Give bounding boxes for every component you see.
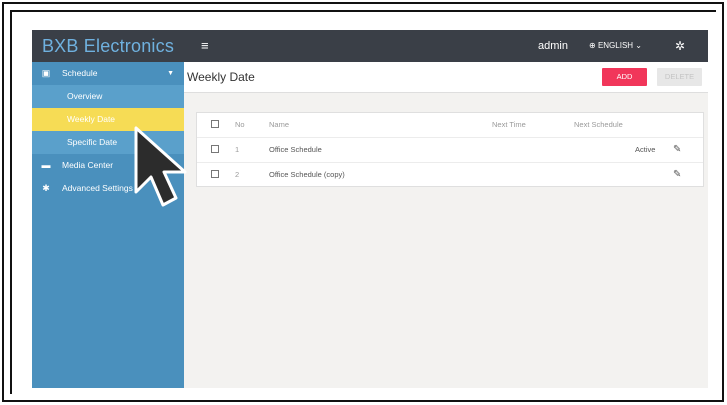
chevron-down-icon: ⌄	[635, 41, 642, 50]
sidebar-subitem-overview[interactable]: Overview	[32, 85, 184, 108]
language-selector[interactable]: ⊕ ENGLISH ⌄	[589, 30, 642, 62]
header-no: No	[235, 120, 245, 129]
top-bar: ≡ admin ⊕ ENGLISH ⌄ ✲	[184, 30, 708, 62]
sidebar-item-label: Media Center	[62, 160, 114, 170]
delete-button[interactable]: DELETE	[657, 68, 702, 86]
brand-logo: BXB Electronics	[32, 30, 184, 62]
row-name: Office Schedule	[269, 145, 322, 154]
gear-icon: ✱	[42, 183, 50, 193]
table-row[interactable]: 2 Office Schedule (copy) ✎	[197, 163, 703, 187]
hamburger-icon[interactable]: ≡	[201, 38, 209, 54]
language-label: ENGLISH	[597, 41, 634, 50]
row-name: Office Schedule (copy)	[269, 170, 345, 179]
sidebar-item-schedule[interactable]: ▣ Schedule ▼	[32, 62, 184, 85]
row-checkbox[interactable]	[211, 145, 219, 153]
calendar-icon: ▣	[41, 68, 51, 78]
folder-icon: ▬	[41, 160, 51, 170]
select-all-checkbox[interactable]	[211, 120, 219, 128]
row-no: 1	[235, 145, 240, 154]
edit-pencil-icon[interactable]: ✎	[673, 138, 681, 162]
globe-icon: ⊕	[589, 41, 596, 50]
sidebar-item-label: Schedule	[62, 68, 98, 78]
table-header-row: No Name Next Time Next Schedule	[197, 113, 703, 138]
schedule-table: No Name Next Time Next Schedule 1 Office…	[196, 112, 704, 187]
sidebar-item-label: Advanced Settings	[62, 183, 133, 193]
page-header: Weekly Date ADD DELETE	[184, 62, 708, 93]
page-title: Weekly Date	[187, 70, 255, 84]
header-name: Name	[269, 120, 290, 129]
row-no: 2	[235, 170, 240, 179]
add-button[interactable]: ADD	[602, 68, 647, 86]
header-next-schedule: Next Schedule	[574, 120, 623, 129]
caret-down-icon: ▼	[167, 70, 174, 77]
row-status: Active	[635, 145, 656, 154]
user-name[interactable]: admin	[538, 30, 568, 62]
edit-pencil-icon[interactable]: ✎	[673, 163, 681, 187]
table-row[interactable]: 1 Office Schedule Active ✎	[197, 138, 703, 163]
row-checkbox[interactable]	[211, 170, 219, 178]
mouse-pointer-icon	[134, 126, 187, 207]
settings-gear-icon[interactable]: ✲	[675, 30, 685, 62]
header-next-time: Next Time	[492, 120, 526, 129]
